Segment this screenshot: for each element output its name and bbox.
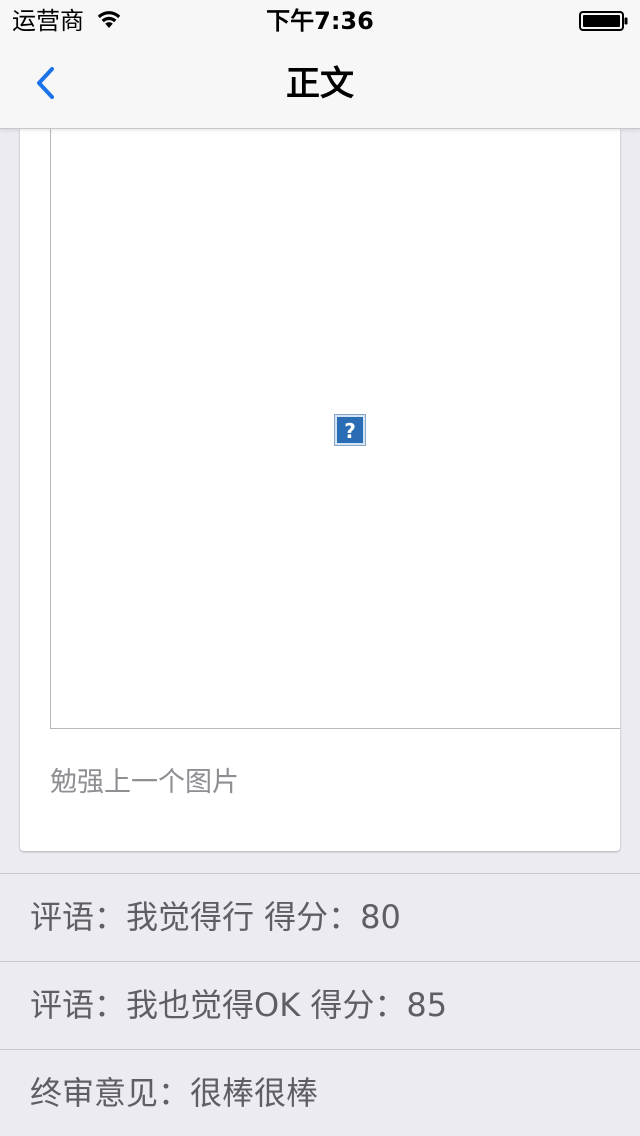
chevron-left-icon <box>24 67 72 112</box>
broken-image-icon: ? <box>334 414 366 446</box>
battery-full-icon <box>579 11 629 31</box>
navigation-bar: 正文 <box>0 40 640 129</box>
page-title: 正文 <box>286 64 354 104</box>
back-button[interactable] <box>24 60 72 108</box>
image-caption: 勉强上一个图片 <box>50 767 239 798</box>
image-frame: ? <box>50 129 620 729</box>
svg-text:?: ? <box>344 419 356 443</box>
final-review-text: 终审意见：很棒很棒 <box>30 1074 319 1112</box>
content-card: ? 勉强上一个图片 <box>20 129 620 851</box>
status-bar: 运营商 下午7:36 <box>0 0 640 40</box>
status-time: 下午7:36 <box>266 7 374 35</box>
comment-text: 评语：我觉得行 得分：80 <box>30 898 401 936</box>
list-item: 评语：我觉得行 得分：80 <box>0 873 640 960</box>
comment-text: 评语：我也觉得OK 得分：85 <box>30 986 448 1024</box>
list-item: 评语：我也觉得OK 得分：85 <box>0 961 640 1048</box>
list-item: 终审意见：很棒很棒 <box>0 1049 640 1136</box>
